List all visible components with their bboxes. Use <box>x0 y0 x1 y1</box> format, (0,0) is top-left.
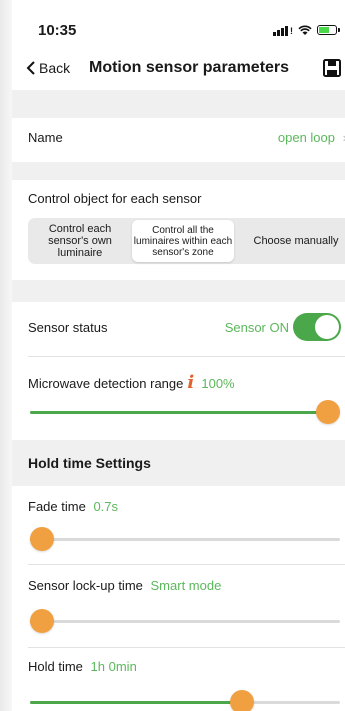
control-object-segmented: Control each sensor's own luminaire Cont… <box>28 218 345 264</box>
nav-bar: Back Motion sensor parameters <box>12 48 345 90</box>
sensor-status-label: Sensor status <box>28 320 108 335</box>
hold-section-title: Hold time Settings <box>28 455 151 471</box>
section-spacer <box>12 90 345 118</box>
status-time: 10:35 <box>38 22 77 39</box>
page-title: Motion sensor parameters <box>89 59 290 76</box>
lockup-time-slider-thumb[interactable] <box>30 609 54 633</box>
status-bar: 10:35 ! <box>12 0 345 48</box>
screen: 10:35 ! Back Motion sensor parameters Na… <box>12 0 345 711</box>
device-rim <box>0 0 12 711</box>
chevron-left-icon <box>26 61 35 75</box>
divider <box>28 564 345 565</box>
segment-choose-manually[interactable]: Choose manually <box>238 218 345 264</box>
divider <box>28 356 345 357</box>
microwave-label: Microwave detection range i 100% <box>28 372 235 393</box>
info-icon[interactable]: i <box>187 372 197 393</box>
microwave-value: 100% <box>201 376 235 391</box>
floppy-disk-icon[interactable] <box>323 59 341 77</box>
hold-time-slider-track[interactable] <box>30 701 340 704</box>
hold-time-slider-fill <box>30 701 243 704</box>
fade-time-slider-track[interactable] <box>30 538 340 541</box>
segment-own-luminaire[interactable]: Control each sensor's own luminaire <box>30 218 130 264</box>
fade-time-value: 0.7s <box>93 499 119 514</box>
signal-icon: ! <box>273 25 293 36</box>
lockup-time-value: Smart mode <box>150 578 222 593</box>
segment-zone-luminaires[interactable]: Control all the luminaires within each s… <box>132 220 234 262</box>
name-label: Name <box>28 130 63 145</box>
sensor-status-value: Sensor ON <box>224 320 289 335</box>
hold-time-value: 1h 0min <box>90 659 137 674</box>
microwave-label-text: Microwave detection range <box>28 376 184 391</box>
hold-section-header: Hold time Settings <box>12 440 345 486</box>
divider <box>28 647 345 648</box>
phone-frame: 10:35 ! Back Motion sensor parameters Na… <box>0 0 345 711</box>
lockup-time-label: Sensor lock-up time Smart mode <box>28 578 221 593</box>
fade-time-row: Fade time 0.7s <box>12 486 345 566</box>
hold-time-label-text: Hold time <box>28 659 83 674</box>
fade-time-label: Fade time 0.7s <box>28 499 118 514</box>
lockup-time-label-text: Sensor lock-up time <box>28 578 143 593</box>
control-object-label: Control object for each sensor <box>28 191 202 206</box>
name-row[interactable]: Name open loop › <box>12 118 345 158</box>
fade-time-slider-thumb[interactable] <box>30 527 54 551</box>
lockup-time-slider-track[interactable] <box>30 620 340 623</box>
hold-time-label: Hold time 1h 0min <box>28 659 137 674</box>
section-spacer <box>12 162 345 180</box>
microwave-row: Microwave detection range i 100% <box>12 358 345 438</box>
back-button[interactable]: Back <box>26 60 70 76</box>
microwave-slider-track[interactable] <box>30 411 340 414</box>
battery-icon <box>317 25 340 35</box>
name-value: open loop <box>277 130 335 145</box>
back-label: Back <box>39 60 71 76</box>
wifi-icon <box>298 25 312 35</box>
fade-time-label-text: Fade time <box>28 499 86 514</box>
section-spacer <box>12 280 345 302</box>
sensor-status-toggle[interactable] <box>293 313 341 341</box>
status-icons: ! <box>273 23 340 37</box>
hold-time-slider-thumb[interactable] <box>230 690 255 711</box>
microwave-slider-fill <box>30 411 328 414</box>
lockup-time-row: Sensor lock-up time Smart mode <box>12 566 345 646</box>
microwave-slider-thumb[interactable] <box>316 400 340 424</box>
